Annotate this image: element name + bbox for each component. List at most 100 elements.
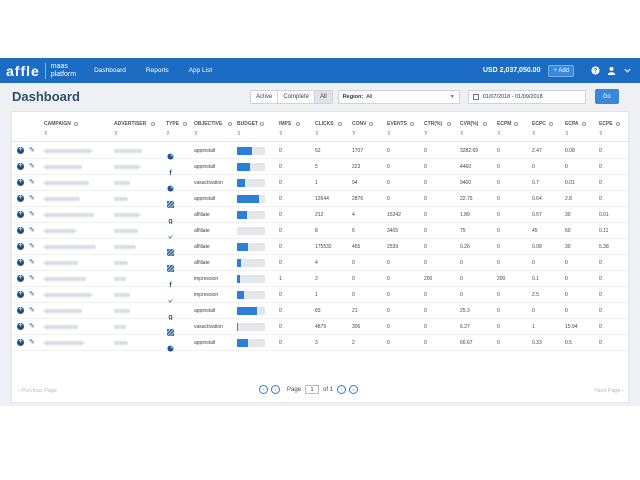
column-header[interactable]: ECPA bbox=[565, 121, 579, 127]
nav-dashboard[interactable]: Dashboard bbox=[94, 67, 126, 74]
brand-logo[interactable]: affle maas platform bbox=[6, 62, 76, 79]
info-icon[interactable] bbox=[368, 121, 373, 127]
edit-icon[interactable]: ✎ bbox=[29, 195, 36, 202]
expand-row-icon[interactable]: + bbox=[17, 227, 24, 234]
edit-icon[interactable]: ✎ bbox=[29, 323, 36, 330]
table-row[interactable]: + ✎ appinstall 0 12644 2876 0 0 22.75 0 0.64 2.8 0 bbox=[12, 191, 630, 209]
info-icon[interactable] bbox=[337, 121, 343, 127]
add-funds-button[interactable]: + Add bbox=[548, 64, 574, 77]
table-row[interactable]: + ✎ appinstall 0 3 2 0 0 66.67 0 0.33 0.5 0 bbox=[12, 335, 630, 352]
campaign-name-redacted[interactable] bbox=[44, 261, 78, 265]
column-header[interactable]: ADVERTISER bbox=[114, 121, 146, 127]
nav-reports[interactable]: Reports bbox=[146, 67, 169, 74]
info-icon[interactable] bbox=[409, 121, 415, 127]
go-button[interactable]: Go bbox=[594, 89, 619, 104]
chevron-down-icon[interactable] bbox=[622, 66, 632, 76]
filter-icon[interactable]: ⊽ bbox=[565, 131, 569, 137]
edit-icon[interactable]: ✎ bbox=[29, 227, 36, 234]
next-page-icon[interactable]: › bbox=[337, 385, 347, 394]
filter-icon[interactable]: ⊽ bbox=[237, 131, 241, 137]
filter-icon[interactable]: ⊽ bbox=[114, 131, 118, 137]
column-header[interactable]: CTR(%) bbox=[424, 121, 442, 127]
filter-icon[interactable]: ⊽ bbox=[44, 131, 48, 137]
column-header[interactable]: BUDGET bbox=[237, 121, 258, 127]
filter-icon[interactable]: ⊽ bbox=[387, 131, 391, 137]
info-icon[interactable] bbox=[259, 121, 265, 127]
info-icon[interactable] bbox=[73, 121, 79, 127]
table-row[interactable]: + ✎ g affiliate 0 212 4 15242 0 1.89 0 0.57 30 0.01 bbox=[12, 207, 630, 225]
table-row[interactable]: + ✎ impression 0 1 0 0 0 0 0 2.5 0 0 bbox=[12, 287, 630, 304]
column-header[interactable]: OBJECTIVE bbox=[194, 121, 222, 127]
column-header[interactable]: CLICKS bbox=[315, 121, 334, 127]
edit-icon[interactable]: ✎ bbox=[29, 147, 36, 154]
info-icon[interactable] bbox=[295, 121, 300, 127]
expand-row-icon[interactable]: + bbox=[17, 211, 24, 218]
expand-row-icon[interactable]: + bbox=[17, 323, 24, 330]
info-icon[interactable] bbox=[150, 121, 155, 127]
campaign-name-redacted[interactable] bbox=[44, 245, 96, 249]
filter-icon[interactable]: ⊽ bbox=[497, 131, 501, 137]
table-row[interactable]: + ✎ f appinstall 0 5 223 0 0 4460 0 0 0 0 bbox=[12, 159, 630, 177]
table-row[interactable]: + ✎ affiliate 0 4 0 0 0 0 0 0 0 0 bbox=[12, 255, 630, 273]
help-icon[interactable]: ? bbox=[590, 66, 600, 76]
table-row[interactable]: + ✎ affiliate 0 8 6 3405 0 75 0 45 60 0.11 bbox=[12, 223, 630, 240]
edit-icon[interactable]: ✎ bbox=[29, 211, 36, 218]
info-icon[interactable] bbox=[581, 121, 586, 127]
filter-icon[interactable]: ⊽ bbox=[194, 131, 198, 137]
filter-icon[interactable]: ⊽ bbox=[352, 131, 356, 137]
column-header[interactable]: EVENTS bbox=[387, 121, 407, 127]
table-row[interactable]: + ✎ f impression 1 2 0 0 200 0 200 0.1 0 0 bbox=[12, 271, 630, 289]
info-icon[interactable] bbox=[548, 121, 553, 127]
table-row[interactable]: + ✎ g appinstall 0 83 21 0 0 25.3 0 0 0 0 bbox=[12, 303, 630, 321]
status-complete-button[interactable]: Complete bbox=[278, 90, 316, 103]
filter-icon[interactable]: ⊽ bbox=[166, 131, 170, 137]
edit-icon[interactable]: ✎ bbox=[29, 307, 36, 314]
table-row[interactable]: + ✎ appinstall 0 52 1707 0 0 3282.69 0 2.47 0.08 0 bbox=[12, 143, 630, 160]
filter-icon[interactable]: ⊽ bbox=[424, 131, 428, 137]
first-page-icon[interactable]: « bbox=[259, 385, 268, 394]
campaign-name-redacted[interactable] bbox=[44, 197, 80, 201]
info-icon[interactable] bbox=[615, 121, 620, 127]
column-header[interactable]: CAMPAIGN bbox=[44, 121, 71, 127]
campaign-name-redacted[interactable] bbox=[44, 213, 94, 217]
column-header[interactable]: TYPE bbox=[166, 121, 179, 127]
expand-row-icon[interactable]: + bbox=[17, 307, 24, 314]
expand-row-icon[interactable]: + bbox=[17, 275, 24, 282]
campaign-name-redacted[interactable] bbox=[44, 309, 82, 313]
campaign-name-redacted[interactable] bbox=[44, 341, 84, 345]
campaign-name-redacted[interactable] bbox=[44, 149, 92, 153]
region-select[interactable]: Region: All ▼ bbox=[337, 89, 460, 104]
info-icon[interactable] bbox=[513, 121, 518, 127]
filter-icon[interactable]: ⊽ bbox=[279, 131, 283, 137]
expand-row-icon[interactable]: + bbox=[17, 243, 24, 250]
info-icon[interactable] bbox=[446, 121, 452, 127]
info-icon[interactable] bbox=[182, 121, 187, 127]
page-input[interactable]: 1 bbox=[305, 385, 320, 394]
filter-icon[interactable]: ⊽ bbox=[315, 131, 319, 137]
edit-icon[interactable]: ✎ bbox=[29, 291, 36, 298]
previous-page-link[interactable]: ‹ Previous Page bbox=[18, 388, 57, 394]
info-icon[interactable] bbox=[227, 121, 232, 127]
column-header[interactable]: IMPS bbox=[279, 121, 291, 127]
edit-icon[interactable]: ✎ bbox=[29, 243, 36, 250]
status-active-button[interactable]: Active bbox=[251, 90, 279, 103]
prev-page-icon[interactable]: ‹ bbox=[271, 385, 280, 394]
table-row[interactable]: + ✎ vasactivation 0 1 94 0 0 9400 0 0.7 0.01 0 bbox=[12, 175, 630, 192]
status-all-button[interactable]: All bbox=[315, 90, 332, 103]
campaign-name-redacted[interactable] bbox=[44, 165, 82, 169]
campaign-name-redacted[interactable] bbox=[44, 325, 78, 329]
column-header[interactable]: ECPC bbox=[532, 121, 546, 127]
filter-icon[interactable]: ⊽ bbox=[460, 131, 464, 137]
campaign-name-redacted[interactable] bbox=[44, 293, 92, 297]
edit-icon[interactable]: ✎ bbox=[29, 259, 36, 266]
expand-row-icon[interactable]: + bbox=[17, 339, 24, 346]
edit-icon[interactable]: ✎ bbox=[29, 163, 36, 170]
column-header[interactable]: CONV bbox=[352, 121, 366, 127]
table-row[interactable]: + ✎ vasactivation 0 4879 306 0 0 6.27 0 1 15.94 0 bbox=[12, 319, 630, 337]
date-range-picker[interactable]: 01/07/2018 - 01/09/2018 bbox=[467, 89, 586, 104]
edit-icon[interactable]: ✎ bbox=[29, 275, 36, 282]
table-row[interactable]: + ✎ affiliate 0 175532 455 2539 0 0.26 0 0.08 30 5.3… bbox=[12, 239, 630, 257]
column-header[interactable]: CVR(%) bbox=[460, 121, 478, 127]
expand-row-icon[interactable]: + bbox=[17, 163, 24, 170]
expand-row-icon[interactable]: + bbox=[17, 195, 24, 202]
